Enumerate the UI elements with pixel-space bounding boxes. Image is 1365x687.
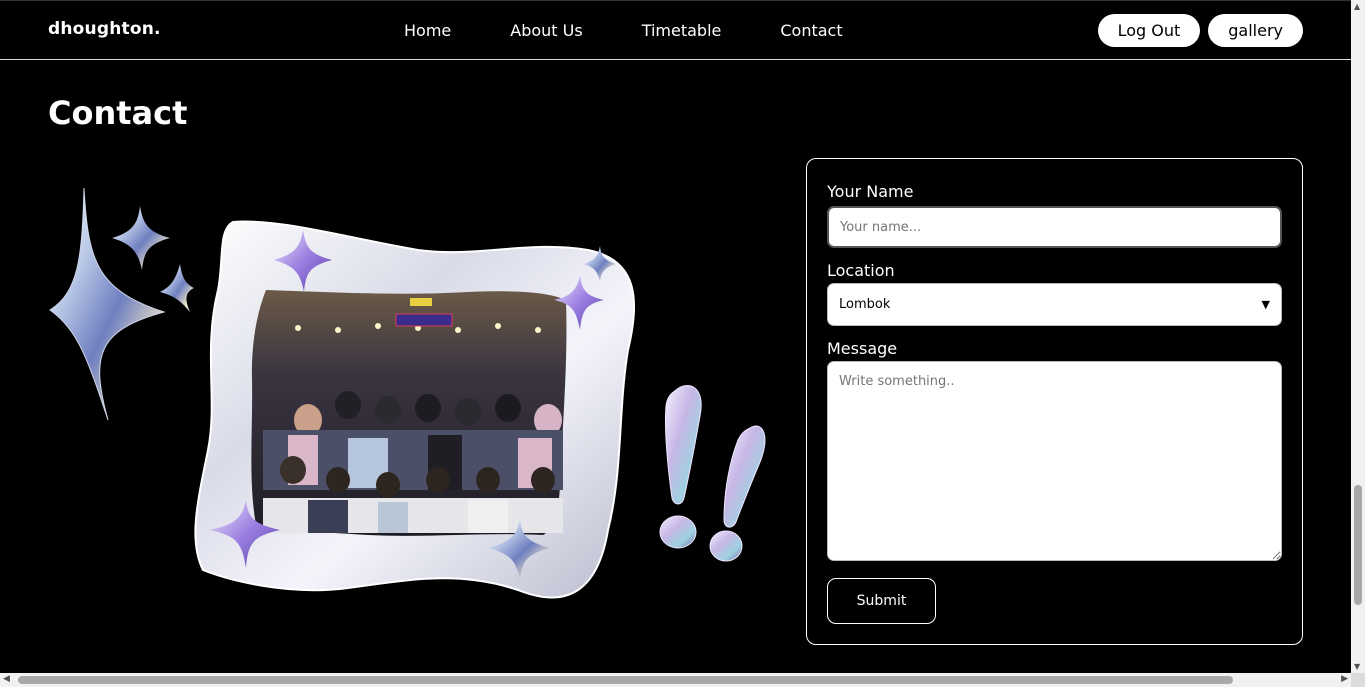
scroll-right-icon[interactable]: ▶ <box>1341 674 1348 684</box>
brand-logo[interactable]: dhoughton. <box>48 19 161 39</box>
contact-artwork <box>48 180 778 610</box>
sparkle-star-icon <box>160 264 194 312</box>
artwork-svg <box>49 187 766 599</box>
location-select[interactable]: Lombok ▼ <box>827 283 1282 326</box>
location-selected-value: Lombok <box>839 297 891 312</box>
scroll-down-icon[interactable]: ▼ <box>1354 662 1360 671</box>
exclamation-icon <box>659 385 702 549</box>
scroll-up-icon[interactable]: ▲ <box>1354 2 1360 11</box>
message-textarea[interactable] <box>827 361 1282 561</box>
nav-link-home[interactable]: Home <box>404 21 451 40</box>
chevron-down-icon: ▼ <box>1261 298 1270 311</box>
contact-form: Your Name Location Lombok ▼ Message Subm… <box>806 158 1303 645</box>
top-navbar: dhoughton. Home About Us Timetable Conta… <box>0 0 1351 60</box>
logout-button[interactable]: Log Out <box>1097 14 1201 47</box>
main-nav: Home About Us Timetable Contact <box>404 21 843 40</box>
vertical-scroll-thumb[interactable] <box>1354 485 1362 605</box>
exclamation-icon <box>709 425 766 562</box>
gallery-button[interactable]: gallery <box>1208 14 1303 47</box>
submit-button[interactable]: Submit <box>827 578 936 624</box>
name-input[interactable] <box>827 206 1282 248</box>
sparkle-star-icon <box>112 206 170 270</box>
horizontal-scrollbar[interactable]: ◀ ▶ <box>0 673 1351 687</box>
vertical-scrollbar[interactable]: ▲ ▼ <box>1351 0 1365 673</box>
nav-link-about-us[interactable]: About Us <box>510 21 582 40</box>
nav-link-timetable[interactable]: Timetable <box>642 21 722 40</box>
scrollbar-corner <box>1351 673 1365 687</box>
nav-actions: Log Out gallery <box>1097 14 1303 47</box>
location-label: Location <box>827 261 895 280</box>
horizontal-scroll-thumb[interactable] <box>18 676 1233 684</box>
page-title: Contact <box>48 94 188 132</box>
name-label: Your Name <box>827 182 914 201</box>
scroll-left-icon[interactable]: ◀ <box>3 674 10 684</box>
message-label: Message <box>827 339 898 358</box>
nav-link-contact[interactable]: Contact <box>780 21 842 40</box>
sparkle-star-icon <box>49 187 166 421</box>
